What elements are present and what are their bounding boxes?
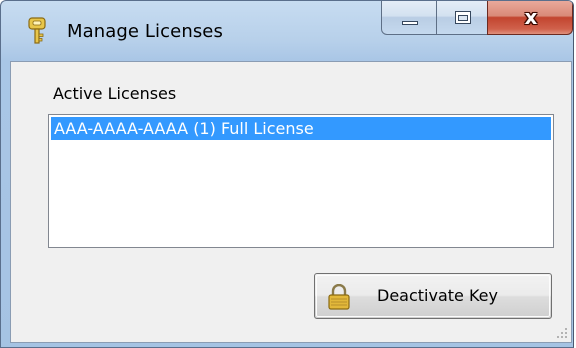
minimize-icon xyxy=(402,21,418,25)
window-title: Manage Licenses xyxy=(67,21,223,42)
title-bar[interactable]: Manage Licenses x xyxy=(1,1,573,61)
deactivate-key-label: Deactivate Key xyxy=(377,286,498,305)
license-list-item[interactable]: AAA-AAAA-AAAA (1) Full License xyxy=(51,117,551,140)
deactivate-key-button[interactable]: Deactivate Key xyxy=(314,273,552,319)
maximize-icon xyxy=(455,11,471,24)
close-icon: x xyxy=(524,5,538,29)
key-icon xyxy=(28,17,46,44)
client-area: Active Licenses AAA-AAAA-AAAA (1) Full L… xyxy=(10,61,572,343)
lock-icon xyxy=(328,284,350,310)
licenses-listbox[interactable]: AAA-AAAA-AAAA (1) Full License xyxy=(48,114,554,248)
active-licenses-label: Active Licenses xyxy=(53,84,177,103)
minimize-button[interactable] xyxy=(381,1,437,35)
resize-grip-icon[interactable] xyxy=(555,326,569,340)
close-button[interactable]: x xyxy=(487,1,573,35)
maximize-button[interactable] xyxy=(436,1,488,35)
manage-licenses-window: Manage Licenses x Active Licenses AAA-AA… xyxy=(0,0,574,348)
